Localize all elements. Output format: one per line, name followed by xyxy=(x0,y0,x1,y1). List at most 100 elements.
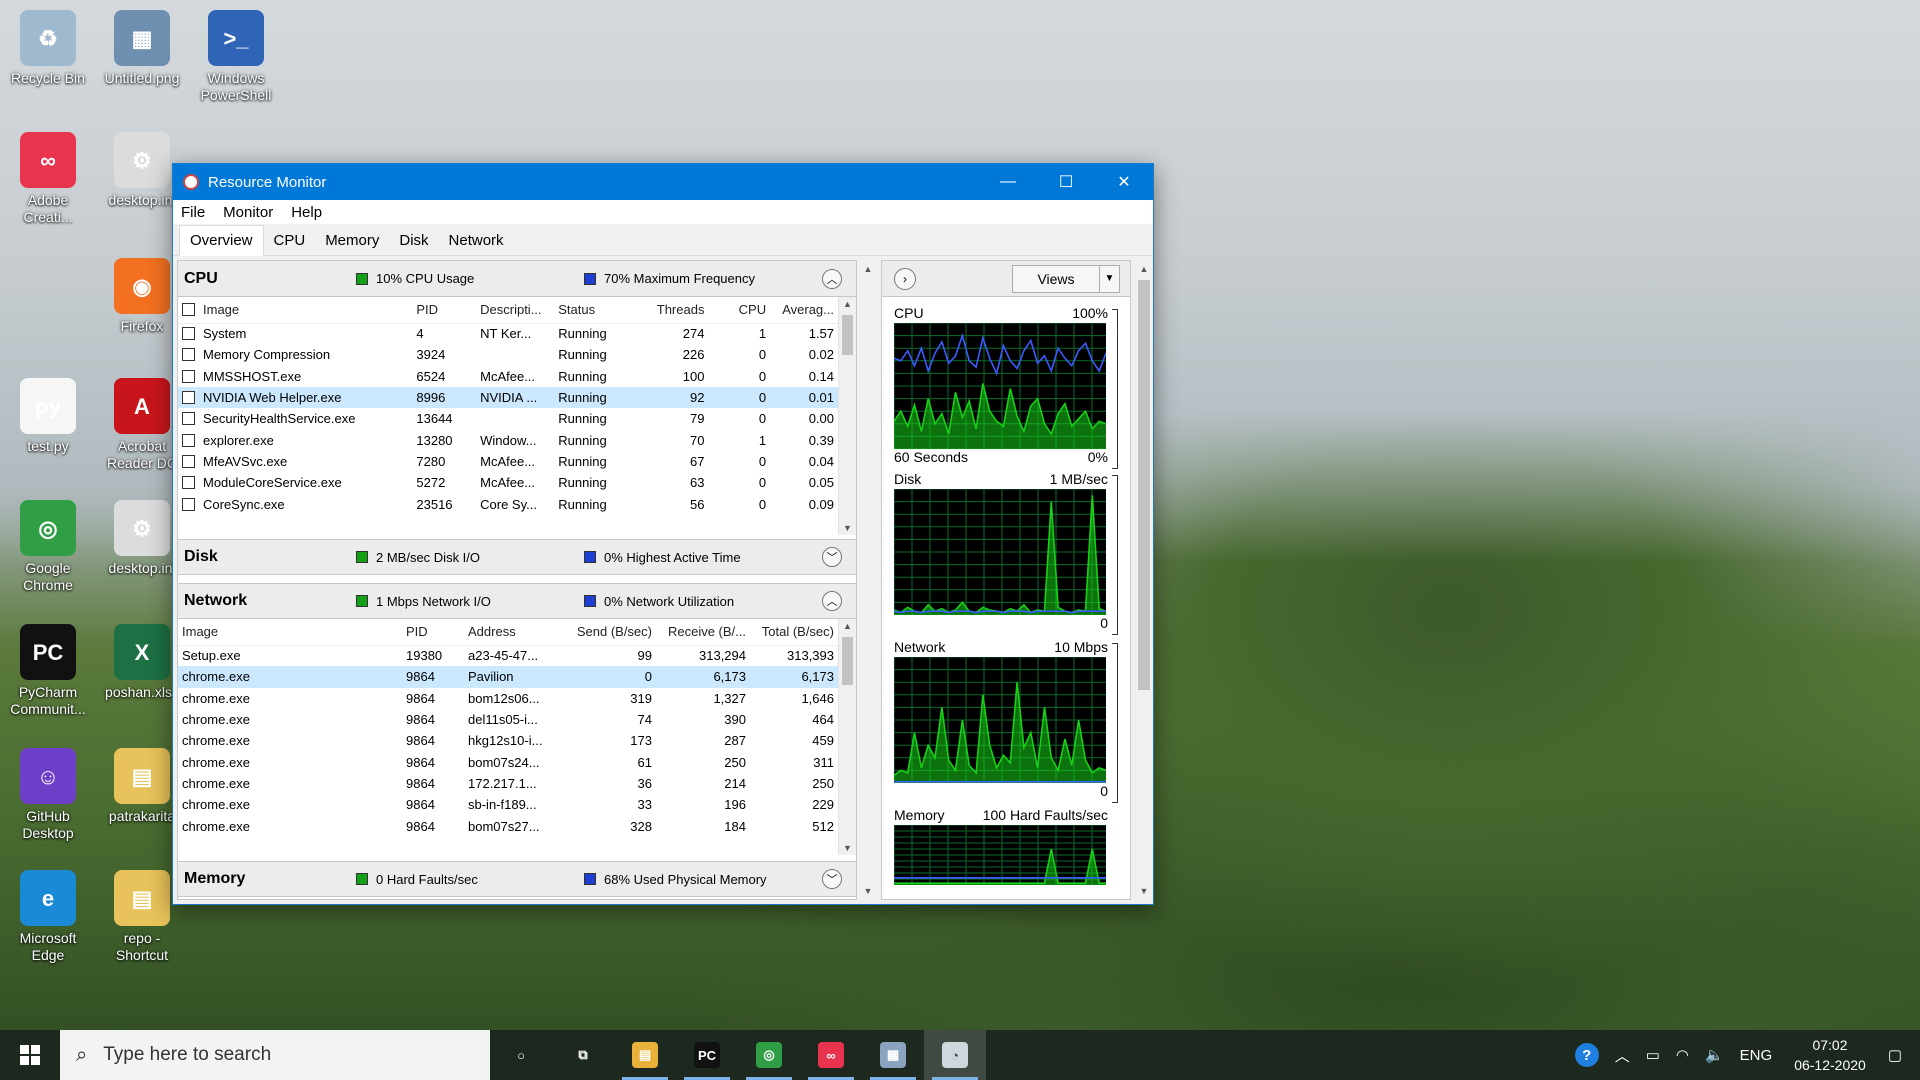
column-header[interactable]: PID xyxy=(412,297,477,324)
expand-chevron-down-icon[interactable]: ﹀ xyxy=(822,547,842,567)
scroll-up-arrow-icon[interactable]: ▲ xyxy=(839,299,856,309)
collapse-chevron-up-icon[interactable]: ︿ xyxy=(822,268,842,289)
table-row[interactable]: chrome.exe 9864 bom07s24... 61 250 311 xyxy=(178,751,838,772)
row-checkbox[interactable] xyxy=(182,327,195,341)
expand-chevron-down-icon[interactable]: ﹀ xyxy=(822,869,842,889)
table-row[interactable]: chrome.exe 9864 hkg12s10-i... 173 287 459 xyxy=(178,730,838,751)
column-header[interactable]: Image xyxy=(178,619,402,646)
scroll-thumb[interactable] xyxy=(842,637,853,685)
close-button[interactable]: ✕ xyxy=(1095,164,1153,200)
column-header[interactable]: Receive (B/... xyxy=(656,619,750,646)
table-row[interactable]: NVIDIA Web Helper.exe 8996 NVIDIA ... Runni… xyxy=(178,386,838,409)
scroll-thumb[interactable] xyxy=(1138,280,1150,690)
table-row[interactable]: chrome.exe 9864 bom12s06... 319 1,327 1,646 xyxy=(178,688,838,709)
table-row[interactable]: chrome.exe 9864 sb-in-f189... 33 196 229 xyxy=(178,794,838,815)
scroll-up-arrow-icon[interactable]: ▲ xyxy=(839,621,856,631)
file-explorer-icon[interactable]: ▤ xyxy=(614,1030,676,1080)
table-row[interactable]: chrome.exe 9864 Pavilion 0 6,173 6,173 xyxy=(178,666,838,688)
scroll-down-arrow-icon[interactable]: ▼ xyxy=(839,523,856,533)
row-checkbox[interactable] xyxy=(182,476,195,490)
desktop-icon[interactable]: PC PyCharm Communit... xyxy=(2,624,94,718)
start-button[interactable] xyxy=(0,1030,60,1080)
tab-overview[interactable]: Overview xyxy=(179,225,264,256)
column-header[interactable]: Total (B/sec) xyxy=(750,619,838,646)
chevron-right-icon[interactable]: › xyxy=(894,267,916,290)
column-header[interactable]: Status xyxy=(554,297,625,324)
menu-monitor[interactable]: Monitor xyxy=(223,204,273,221)
scroll-thumb[interactable] xyxy=(842,315,853,355)
select-all-checkbox[interactable] xyxy=(182,303,195,317)
help-icon[interactable]: ? xyxy=(1574,1043,1599,1067)
chrome-icon[interactable]: ◎ xyxy=(738,1030,800,1080)
tab-memory[interactable]: Memory xyxy=(315,226,389,255)
disk-section-header[interactable]: Disk 2 MB/sec Disk I/O 0% Highest Active… xyxy=(178,539,856,575)
maximize-button[interactable]: ☐ xyxy=(1037,164,1095,200)
desktop-icon[interactable]: py test.py xyxy=(2,378,94,455)
tab-cpu[interactable]: CPU xyxy=(264,226,316,255)
network-section-header[interactable]: Network 1 Mbps Network I/O 0% Network Ut… xyxy=(178,583,856,619)
table-row[interactable]: SecurityHealthService.exe 13644 Running 79 0… xyxy=(178,408,838,429)
task-view-icon[interactable]: ⧉ xyxy=(552,1030,614,1080)
row-checkbox[interactable] xyxy=(182,369,195,383)
table-row[interactable]: chrome.exe 9864 del11s05-i... 74 390 464 xyxy=(178,709,838,730)
minimize-button[interactable]: — xyxy=(979,164,1037,200)
desktop-icon[interactable]: ♻ Recycle Bin xyxy=(2,10,94,87)
table-row[interactable]: System 4 NT Ker... Running 274 1 1.57 xyxy=(178,323,838,344)
resource-monitor-icon[interactable]: ◔ xyxy=(924,1030,986,1080)
row-checkbox[interactable] xyxy=(182,433,195,447)
taskbar-search-box[interactable]: ⌕ Type here to search xyxy=(60,1030,490,1080)
tab-network[interactable]: Network xyxy=(439,226,514,255)
wifi-icon[interactable]: ◠ xyxy=(1676,1046,1689,1064)
column-header[interactable]: Averag... xyxy=(770,297,838,324)
table-row[interactable]: ModuleCoreService.exe 5272 McAfee... Runnin… xyxy=(178,472,838,493)
column-header[interactable]: CPU xyxy=(708,297,771,324)
column-header[interactable]: Image xyxy=(178,297,413,324)
table-row[interactable]: Memory Compression 3924 Running 226 0 0.02 xyxy=(178,344,838,365)
desktop-icon[interactable]: e Microsoft Edge xyxy=(2,870,94,964)
adobe-creative-cloud-icon[interactable]: ∞ xyxy=(800,1030,862,1080)
column-header[interactable]: PID xyxy=(402,619,464,646)
desktop-icon[interactable]: ∞ Adobe Creati... xyxy=(2,132,94,226)
table-row[interactable]: chrome.exe 9864 172.217.1... 36 214 250 xyxy=(178,773,838,794)
table-row[interactable]: CoreSync.exe 23516 Core Sy... Running 56 0 0.0… xyxy=(178,493,838,514)
table-row[interactable]: MMSSHOST.exe 6524 McAfee... Running 100 0 0.14 xyxy=(178,366,838,387)
battery-icon[interactable]: ▭ xyxy=(1646,1046,1660,1064)
language-indicator[interactable]: ENG xyxy=(1740,1047,1773,1064)
scroll-up-arrow-icon[interactable]: ▲ xyxy=(1135,264,1153,274)
row-checkbox[interactable] xyxy=(182,348,195,362)
cpu-section-header[interactable]: CPU 10% CPU Usage 70% Maximum Frequency … xyxy=(178,261,856,297)
table-row[interactable]: chrome.exe 9864 bom07s27... 328 184 512 xyxy=(178,815,838,836)
volume-icon[interactable]: 🔈 xyxy=(1705,1046,1724,1064)
menu-file[interactable]: File xyxy=(181,204,205,221)
scroll-up-arrow-icon[interactable]: ▲ xyxy=(859,264,877,274)
cpu-table-scrollbar[interactable]: ▲ ▼ xyxy=(838,297,856,535)
network-table-scrollbar[interactable]: ▲ ▼ xyxy=(838,619,856,855)
cortana-icon[interactable]: ○ xyxy=(490,1030,552,1080)
photos-icon[interactable]: ▦ xyxy=(862,1030,924,1080)
scroll-down-arrow-icon[interactable]: ▼ xyxy=(839,843,856,853)
pycharm-icon[interactable]: PC xyxy=(676,1030,738,1080)
table-row[interactable]: Setup.exe 19380 a23-45-47... 99 313,294 313,3… xyxy=(178,645,838,666)
scroll-down-arrow-icon[interactable]: ▼ xyxy=(859,886,877,896)
row-checkbox[interactable] xyxy=(182,391,195,405)
menu-help[interactable]: Help xyxy=(291,204,322,221)
row-checkbox[interactable] xyxy=(182,412,195,426)
scroll-down-arrow-icon[interactable]: ▼ xyxy=(1135,886,1153,896)
desktop-icon[interactable]: ▦ Untitled.png xyxy=(96,10,188,87)
left-pane-scrollbar[interactable]: ▲ ▼ xyxy=(859,260,877,900)
title-bar[interactable]: Resource Monitor — ☐ ✕ xyxy=(173,164,1153,200)
column-header[interactable]: Address xyxy=(464,619,560,646)
column-header[interactable]: Send (B/sec) xyxy=(560,619,656,646)
table-row[interactable]: explorer.exe 13280 Window... Running 70 1 0.39 xyxy=(178,429,838,450)
clock[interactable]: 07:02 06-12-2020 xyxy=(1794,1035,1866,1075)
row-checkbox[interactable] xyxy=(182,454,195,468)
row-checkbox[interactable] xyxy=(182,497,195,511)
tab-disk[interactable]: Disk xyxy=(389,226,438,255)
desktop-icon[interactable]: >_ Windows PowerShell xyxy=(190,10,282,104)
memory-section-header[interactable]: Memory 0 Hard Faults/sec 68% Used Physic… xyxy=(178,861,856,897)
chevron-up-icon[interactable]: ︿ xyxy=(1615,1045,1630,1066)
desktop-icon[interactable]: ◎ Google Chrome xyxy=(2,500,94,594)
column-header[interactable]: Descripti... xyxy=(476,297,555,324)
desktop-icon[interactable]: ☺ GitHub Desktop xyxy=(2,748,94,842)
graphs-pane-scrollbar[interactable]: ▲ ▼ xyxy=(1135,260,1153,900)
